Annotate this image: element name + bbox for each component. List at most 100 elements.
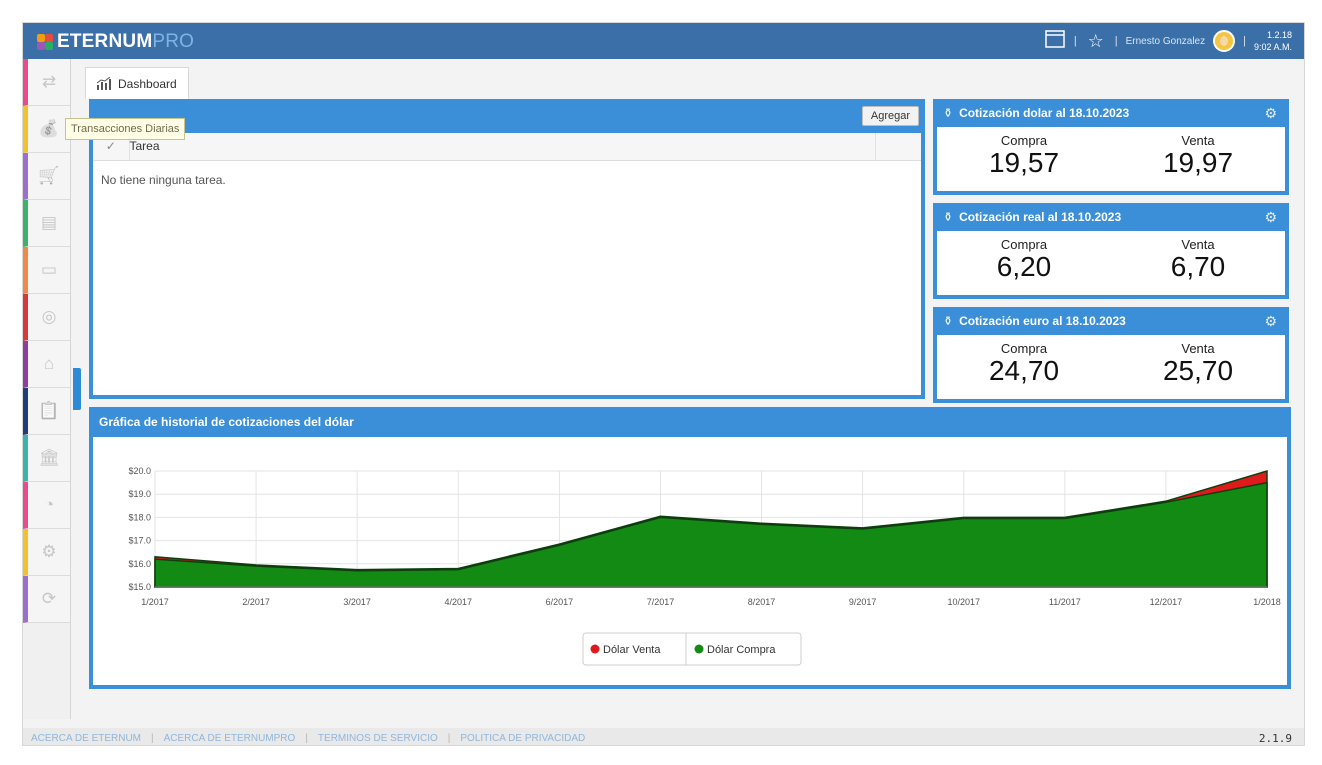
y-tick-label: $18.0 xyxy=(128,512,151,522)
footer-link-about-eternumpro[interactable]: ACERCA DE ETERNUMPRO xyxy=(164,733,296,744)
footer-link-about-eternum[interactable]: ACERCA DE ETERNUM xyxy=(31,733,141,744)
footer-link-terms[interactable]: TERMINOS DE SERVICIO xyxy=(318,733,438,744)
clock: 9:02 A.M. xyxy=(1253,42,1292,52)
sell-column: Venta 19,97 xyxy=(1128,133,1268,178)
quote-panel: ⚱ Cotización euro al 18.10.2023 ⚙ Compra 24,… xyxy=(933,307,1289,403)
x-tick-label: 9/2017 xyxy=(849,597,877,607)
sell-column: Venta 6,70 xyxy=(1128,237,1268,282)
tooltip: Transacciones Diarias xyxy=(65,118,186,140)
sidebar-item-cart[interactable]: 🛒 xyxy=(23,153,70,200)
bank-icon: 🏛 xyxy=(38,448,60,467)
tab-dashboard[interactable]: Dashboard xyxy=(85,67,189,99)
money-bag-icon: ⚱ xyxy=(943,314,954,328)
sidebar-item-sync[interactable]: ⟳ xyxy=(23,576,70,623)
column-actions xyxy=(875,133,921,161)
area-dólar-compra xyxy=(154,481,1268,588)
dollar-history-chart: $20.0 $19.0 $18.0 $17.0 $16.0 $15.0 1/2017 2/20… xyxy=(128,466,1281,666)
logo-icon xyxy=(37,34,53,50)
quote-header: ⚱ Cotización real al 18.10.2023 ⚙ xyxy=(937,203,1285,231)
x-tick-label: 1/2017 xyxy=(141,597,169,607)
sidebar-item-transfer[interactable]: ⇄ xyxy=(23,59,70,106)
sync-icon: ⟳ xyxy=(41,589,57,608)
star-icon[interactable]: ☆ xyxy=(1085,30,1107,52)
pie-chart-icon: ◔ xyxy=(43,495,55,514)
version-time: 1.2.18 9:02 A.M. xyxy=(1254,29,1292,53)
quote-header: ⚱ Cotización euro al 18.10.2023 ⚙ xyxy=(937,307,1285,335)
buy-value: 19,57 xyxy=(988,147,1060,178)
top-bar-right: | ☆ | Ernesto Gonzalez | 1.2.18 9:02 A.M… xyxy=(1044,23,1292,59)
sidebar-item-cash-register[interactable]: ▤ xyxy=(23,200,70,247)
buy-value: 6,20 xyxy=(996,251,1052,282)
sidebar-item-clipboard[interactable]: 📋 xyxy=(23,388,70,435)
sell-value: 6,70 xyxy=(1170,251,1226,282)
buy-value: 24,70 xyxy=(988,355,1060,386)
clipboard-icon: 📋 xyxy=(38,401,60,420)
tab-label: Dashboard xyxy=(118,76,177,91)
legend-marker[interactable] xyxy=(694,644,704,654)
sell-label: Venta xyxy=(1181,133,1215,148)
column-task[interactable]: Tarea xyxy=(129,133,876,161)
sidebar-item-settings[interactable]: ⚙ xyxy=(23,529,70,576)
brand-suffix: PRO xyxy=(152,31,195,52)
buy-label: Compra xyxy=(1000,237,1048,252)
user-name[interactable]: Ernesto Gonzalez xyxy=(1126,36,1206,47)
empty-message: No tiene ninguna tarea. xyxy=(101,172,226,187)
x-tick-label: 7/2017 xyxy=(647,597,675,607)
window-icon[interactable] xyxy=(1044,30,1066,52)
gear-icon[interactable]: ⚙ xyxy=(1264,209,1277,226)
coins-icon: ◎ xyxy=(41,307,57,326)
money-bag-icon: ⚱ xyxy=(943,106,954,120)
brand-logo[interactable]: ETERNUM PRO xyxy=(37,31,194,53)
separator: | xyxy=(447,732,451,744)
quote-title: ⚱ Cotización dolar al 18.10.2023 xyxy=(943,106,1129,120)
legend-marker[interactable] xyxy=(590,644,600,654)
avatar[interactable] xyxy=(1213,30,1236,52)
quote-values: Compra 6,20 Venta 6,70 xyxy=(937,231,1285,282)
sell-value: 19,97 xyxy=(1162,147,1234,178)
sidebar-item-pie-chart[interactable]: ◔ xyxy=(23,482,70,529)
quote-title: ⚱ Cotización euro al 18.10.2023 xyxy=(943,314,1126,328)
x-tick-label: 1/2018 xyxy=(1253,597,1281,607)
sidebar-toggle[interactable] xyxy=(73,368,81,410)
money-bag-icon: 💰 xyxy=(38,119,60,138)
x-tick-label: 4/2017 xyxy=(445,597,473,607)
quote-panel: ⚱ Cotización dolar al 18.10.2023 ⚙ Compra 19… xyxy=(933,99,1289,195)
footer-link-privacy[interactable]: POLITICA DE PRIVACIDAD xyxy=(460,733,585,744)
tasks-panel: Agregar ✓ Tarea No tiene ninguna tarea. xyxy=(89,99,925,399)
gear-icon[interactable]: ⚙ xyxy=(1264,105,1277,122)
footer: ACERCA DE ETERNUM | ACERCA DE ETERNUMPRO… xyxy=(23,728,1304,745)
legend-label[interactable]: Dólar Compra xyxy=(707,644,776,656)
transfer-icon: ⇄ xyxy=(41,72,57,91)
chart-title: Gráfica de historial de cotizaciones del… xyxy=(93,407,1287,437)
sidebar-item-cash[interactable]: ▭ xyxy=(23,247,70,294)
cart-icon: 🛒 xyxy=(38,166,60,185)
tasks-header: Agregar xyxy=(93,99,921,133)
x-tick-label: 11/2017 xyxy=(1049,597,1081,607)
cash-register-icon: ▤ xyxy=(40,213,58,232)
quote-values: Compra 24,70 Venta 25,70 xyxy=(937,335,1285,386)
sell-value: 25,70 xyxy=(1162,355,1234,386)
sidebar: ⇄ 💰 🛒 ▤ ▭ ◎ ⌂ 📋 🏛 ◔ ⚙ ⟳ xyxy=(23,59,71,719)
quote-panel: ⚱ Cotización real al 18.10.2023 ⚙ Compra 6,2… xyxy=(933,203,1289,299)
sell-label: Venta xyxy=(1181,237,1215,252)
sidebar-item-bank[interactable]: 🏛 xyxy=(23,435,70,482)
gear-icon[interactable]: ⚙ xyxy=(1264,313,1277,330)
x-tick-label: 8/2017 xyxy=(748,597,776,607)
sidebar-item-factory[interactable]: ⌂ xyxy=(23,341,70,388)
x-tick-label: 2/2017 xyxy=(242,597,270,607)
x-tick-label: 10/2017 xyxy=(947,597,980,607)
sidebar-item-coins[interactable]: ◎ xyxy=(23,294,70,341)
y-tick-label: $19.0 xyxy=(128,489,151,499)
separator: | xyxy=(305,732,308,744)
quote-title: ⚱ Cotización real al 18.10.2023 xyxy=(943,210,1121,224)
chart-panel: Gráfica de historial de cotizaciones del… xyxy=(89,407,1291,689)
separator: | xyxy=(1243,35,1246,47)
app-version: 1.2.18 xyxy=(1266,30,1292,40)
quote-title-text: Cotización dolar al 18.10.2023 xyxy=(959,106,1130,120)
add-task-button[interactable]: Agregar xyxy=(861,106,919,126)
sidebar-item-money-bag[interactable]: 💰 xyxy=(23,106,70,153)
factory-icon: ⌂ xyxy=(43,354,55,373)
legend-label[interactable]: Dólar Venta xyxy=(603,644,661,656)
y-tick-label: $17.0 xyxy=(128,536,151,546)
separator: | xyxy=(1073,35,1077,47)
